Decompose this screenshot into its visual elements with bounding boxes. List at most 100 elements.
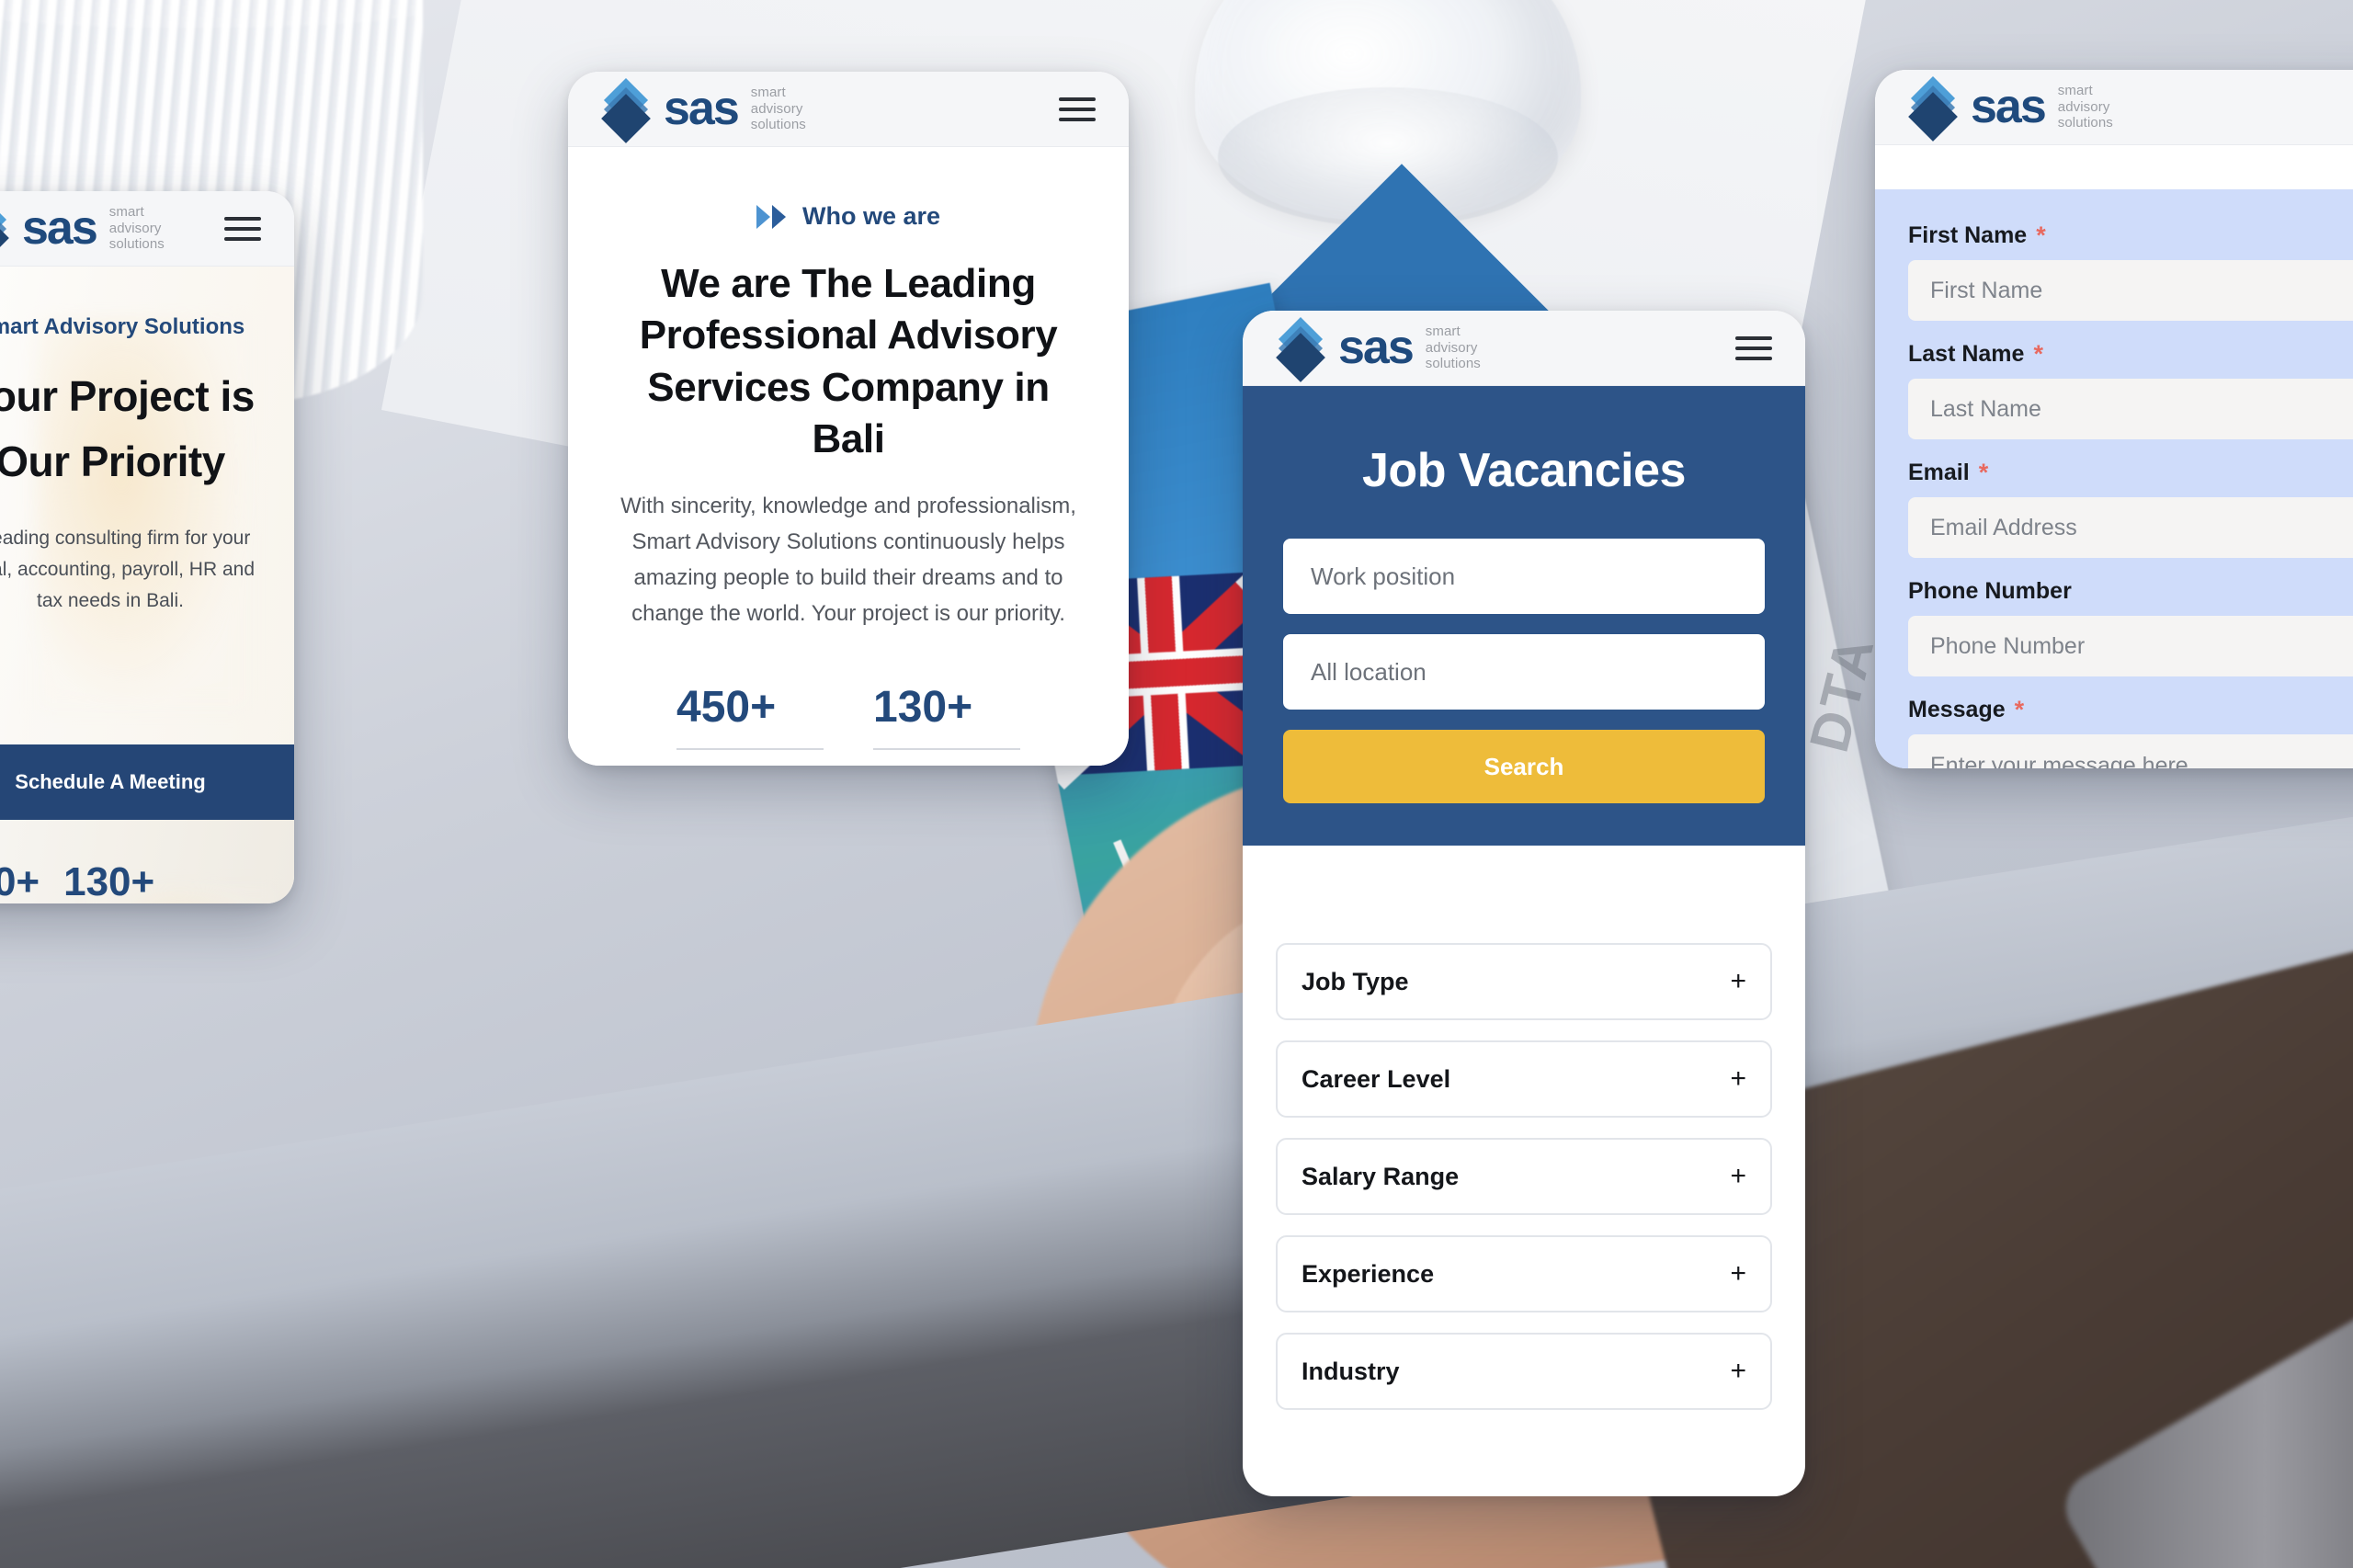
filter-job-type-label: Job Type — [1302, 967, 1409, 995]
phone-number-field[interactable] — [1908, 616, 2353, 676]
hamburger-menu-icon[interactable] — [1059, 97, 1096, 121]
logo-wordmark: sas — [1971, 80, 2047, 134]
phone3-logo[interactable]: sas smart advisory solutions — [1276, 316, 1481, 382]
phone1-header: sas smart advisory solutions — [0, 191, 294, 267]
filter-job-type[interactable]: Job Type + — [1276, 943, 1772, 1020]
phone2-stat-clients-value: 450+ — [676, 682, 777, 732]
phone1-heading: Your Project is Our Priority — [0, 340, 294, 495]
plus-icon: + — [1730, 1258, 1746, 1289]
contact-form: First Name * Last Name * Email * Phone N… — [1875, 189, 2353, 768]
phone1-stat-clients-value: 450+ — [0, 859, 40, 903]
logo-tagline-line1: smart — [2057, 82, 2093, 98]
phone1-stat-employees: 130+ Number of Employees — [63, 862, 154, 903]
location-input[interactable] — [1283, 634, 1765, 710]
filter-experience[interactable]: Experience + — [1276, 1235, 1772, 1312]
filter-career-level-label: Career Level — [1302, 1064, 1451, 1093]
phone2-heading: We are The Leading Professional Advisory… — [639, 261, 1058, 461]
stat-divider — [676, 747, 824, 750]
phone1-logo[interactable]: sas smart advisory solutions — [0, 197, 165, 263]
plus-icon: + — [1730, 1063, 1746, 1094]
phone2-body: Who we are We are The Leading Profession… — [568, 147, 1129, 766]
filter-experience-label: Experience — [1302, 1259, 1435, 1288]
phone-mockup-contact: sas smart advisory solutions First Name … — [1875, 70, 2353, 768]
schedule-a-meeting-button[interactable]: Schedule A Meeting — [0, 744, 294, 820]
stat-divider — [873, 747, 1020, 750]
double-arrow-right-icon — [756, 204, 786, 229]
phone-mockup-jobs: sas smart advisory solutions Job Vacanci… — [1243, 311, 1805, 1496]
phone1-subtext: A leading consulting firm for your legal… — [0, 527, 255, 611]
first-name-field[interactable] — [1908, 260, 2353, 321]
logo-tagline-line1: smart — [1425, 323, 1461, 339]
email-label-text: Email — [1908, 460, 1970, 485]
logo-tagline: smart advisory solutions — [1426, 324, 1481, 372]
last-name-label-text: Last Name — [1908, 341, 2025, 367]
logo-tagline-line1: smart — [108, 203, 144, 220]
phone2-eyebrow: Who we are — [568, 147, 1129, 231]
phone1-heading-line2: Our Priority — [0, 437, 225, 486]
plus-icon: + — [1730, 966, 1746, 996]
phone-number-label-text: Phone Number — [1908, 578, 2072, 604]
phone3-header: sas smart advisory solutions — [1243, 311, 1805, 386]
filter-industry[interactable]: Industry + — [1276, 1333, 1772, 1410]
phone-mockup-home: sas smart advisory solutions Smart Advis… — [0, 191, 294, 903]
phone2-header: sas smart advisory solutions — [568, 72, 1129, 147]
filter-salary-range[interactable]: Salary Range + — [1276, 1138, 1772, 1215]
phone4-logo[interactable]: sas smart advisory solutions — [1908, 75, 2113, 142]
phone2-paragraph: With sincerity, knowledge and profession… — [620, 494, 1076, 626]
logo-tagline-line2: advisory — [108, 220, 162, 236]
logo-tagline: smart advisory solutions — [751, 85, 806, 133]
logo-tagline-line2: advisory — [1425, 339, 1478, 356]
phone2-stat-clients: 450+ Worldwide clients trust us — [676, 682, 824, 766]
required-asterisk: * — [1978, 459, 1989, 486]
logo-wordmark: sas — [1338, 321, 1415, 375]
search-button[interactable]: Search — [1283, 730, 1765, 803]
plus-icon: + — [1730, 1161, 1746, 1191]
last-name-field[interactable] — [1908, 379, 2353, 439]
required-asterisk: * — [2033, 340, 2043, 368]
message-field[interactable] — [1908, 734, 2353, 768]
message-label: Message * — [1908, 697, 2353, 723]
logo-tagline: smart advisory solutions — [2058, 83, 2113, 131]
filter-salary-range-label: Salary Range — [1302, 1162, 1460, 1190]
job-filter-list: Job Type + Career Level + Salary Range +… — [1243, 846, 1805, 1410]
phone-number-label: Phone Number — [1908, 578, 2353, 605]
phone1-heading-line1: Your Project is — [0, 372, 255, 420]
phone1-stat-employees-value: 130+ — [63, 859, 155, 903]
last-name-label: Last Name * — [1908, 341, 2353, 368]
phone1-hero: Smart Advisory Solutions Your Project is… — [0, 267, 294, 744]
phone1-stat-clients: 450+ Worldwide clients trust us — [0, 862, 40, 903]
phone2-stat-employees-value: 130+ — [873, 682, 973, 732]
sas-diamond-logo-icon — [1276, 316, 1325, 382]
work-position-input[interactable] — [1283, 539, 1765, 614]
first-name-label: First Name * — [1908, 222, 2353, 249]
sas-diamond-logo-icon — [601, 77, 651, 143]
first-name-label-text: First Name — [1908, 222, 2028, 248]
phone2-stat-employees: 130+ Number of employees — [873, 682, 1020, 766]
logo-wordmark: sas — [664, 82, 740, 136]
sas-diamond-logo-icon — [0, 197, 9, 263]
phone4-spacer — [1875, 145, 2353, 189]
hamburger-menu-icon[interactable] — [224, 216, 261, 241]
filter-career-level[interactable]: Career Level + — [1276, 1040, 1772, 1118]
phone2-eyebrow-label: Who we are — [801, 202, 941, 230]
phone2-stats: 450+ Worldwide clients trust us 130+ Num… — [568, 632, 1129, 766]
email-label: Email * — [1908, 460, 2353, 486]
logo-tagline-line1: smart — [750, 84, 786, 100]
phone2-logo[interactable]: sas smart advisory solutions — [601, 77, 806, 143]
phone-mockup-about: sas smart advisory solutions Who we are … — [568, 72, 1129, 766]
logo-tagline-line3: solutions — [1425, 356, 1481, 372]
job-vacancies-title: Job Vacancies — [1362, 444, 1686, 497]
logo-tagline-line3: solutions — [2057, 115, 2113, 131]
logo-tagline: smart advisory solutions — [109, 204, 165, 253]
required-asterisk: * — [2036, 222, 2046, 249]
hamburger-menu-icon[interactable] — [1735, 335, 1772, 360]
required-asterisk: * — [2014, 696, 2025, 723]
logo-wordmark: sas — [22, 201, 98, 256]
phone1-eyebrow: Smart Advisory Solutions — [0, 314, 245, 339]
email-field[interactable] — [1908, 497, 2353, 558]
phone1-stats: 450+ Worldwide clients trust us 130+ Num… — [0, 820, 294, 903]
message-label-text: Message — [1908, 697, 2006, 722]
logo-tagline-line3: solutions — [108, 236, 165, 253]
logo-tagline-line2: advisory — [2057, 98, 2110, 115]
plus-icon: + — [1730, 1356, 1746, 1386]
